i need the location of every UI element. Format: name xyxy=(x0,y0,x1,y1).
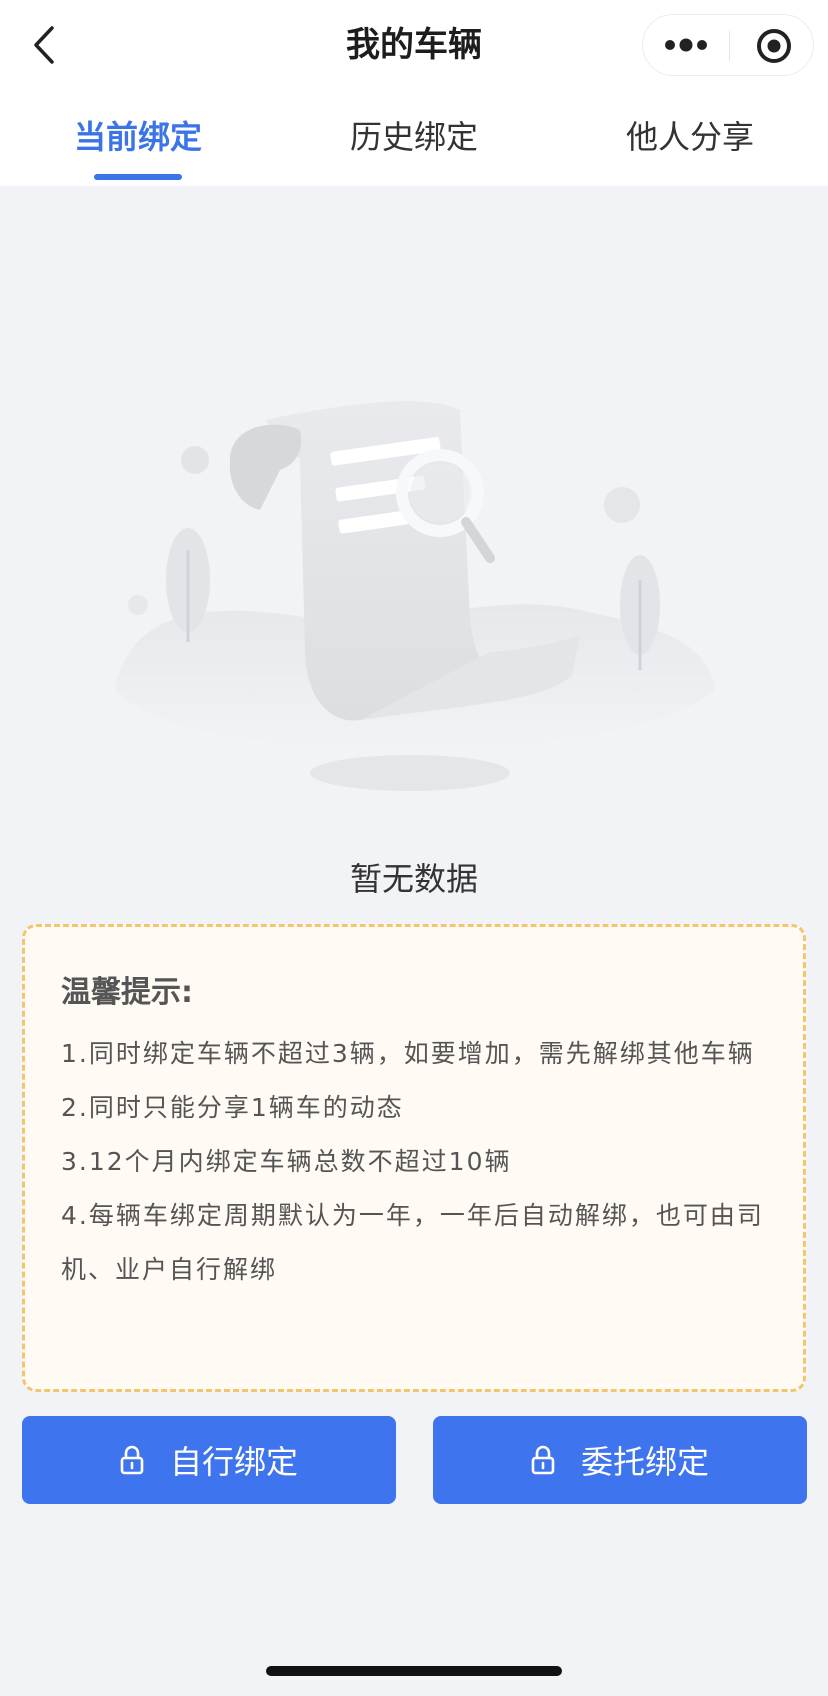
self-bind-label: 自行绑定 xyxy=(169,1443,298,1481)
tab-current-binding[interactable]: 当前绑定 xyxy=(0,100,276,180)
tab-history-binding[interactable]: 历史绑定 xyxy=(276,100,552,180)
lock-icon xyxy=(531,1445,555,1475)
empty-state-illustration xyxy=(115,401,715,791)
tab-indicator xyxy=(94,174,182,180)
target-icon[interactable] xyxy=(755,27,793,65)
tip-item: 3.12个月内绑定车辆总数不超过10辆 xyxy=(61,1147,512,1176)
tab-bar: 当前绑定 历史绑定 他人分享 xyxy=(0,100,828,180)
self-bind-button[interactable]: 自行绑定 xyxy=(22,1416,396,1504)
tips-title: 温馨提示: xyxy=(61,975,193,1010)
entrust-bind-button[interactable]: 委托绑定 xyxy=(433,1416,807,1504)
capsule-divider xyxy=(729,31,730,61)
mini-program-capsule xyxy=(642,14,814,76)
tips-box: 温馨提示: 1.同时绑定车辆不超过3辆，如要增加，需先解绑其他车辆 2.同时只能… xyxy=(22,924,806,1392)
header: 我的车辆 当前绑定 历史绑定 他人分享 xyxy=(0,0,828,186)
tip-item: 2.同时只能分享1辆车的动态 xyxy=(61,1093,404,1122)
empty-state-text: 暂无数据 xyxy=(349,860,478,898)
tip-item: 4.每辆车绑定周期默认为一年，一年后自动解绑，也可由司机、业户自行解绑 xyxy=(61,1201,764,1284)
more-icon[interactable] xyxy=(661,25,711,65)
tab-shared-by-others[interactable]: 他人分享 xyxy=(552,100,828,180)
tips-list: 1.同时绑定车辆不超过3辆，如要增加，需先解绑其他车辆 2.同时只能分享1辆车的… xyxy=(61,1027,767,1297)
lock-icon xyxy=(120,1445,144,1475)
tip-item: 1.同时绑定车辆不超过3辆，如要增加，需先解绑其他车辆 xyxy=(61,1039,755,1068)
home-indicator xyxy=(266,1666,562,1676)
entrust-bind-label: 委托绑定 xyxy=(580,1443,709,1481)
